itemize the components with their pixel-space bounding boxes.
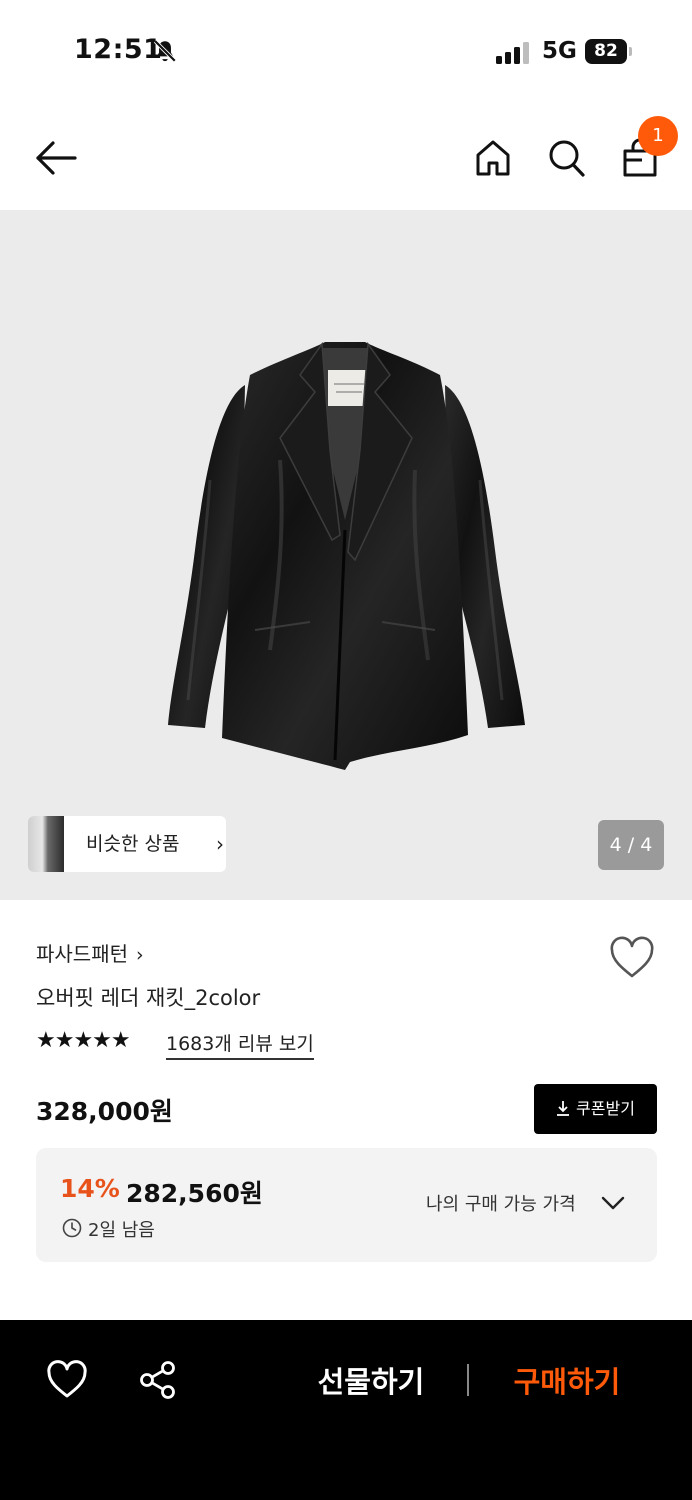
battery-level: 82: [585, 39, 627, 64]
similar-products-label: 비슷한 상품: [86, 833, 180, 855]
review-link[interactable]: 1683개 리뷰 보기: [166, 1029, 314, 1060]
heart-icon[interactable]: [46, 1360, 88, 1400]
chevron-right-icon: ›: [136, 944, 144, 966]
top-navigation: 1: [0, 110, 692, 206]
status-bar: 12:51 5G 82: [0, 0, 692, 100]
buy-button[interactable]: 구매하기: [492, 1358, 642, 1406]
download-icon: [557, 1101, 570, 1116]
arrow-left-icon[interactable]: [34, 138, 78, 178]
product-image: [168, 341, 525, 770]
battery-icon: 82: [585, 39, 632, 64]
clock-icon: [62, 1218, 82, 1238]
coupon-download-button[interactable]: 쿠폰받기: [534, 1084, 657, 1134]
divider: [467, 1364, 469, 1396]
home-icon[interactable]: [474, 138, 512, 178]
discount-price: 282,560원: [126, 1179, 263, 1208]
search-icon[interactable]: [548, 138, 586, 178]
image-page-indicator: 4 / 4: [598, 820, 664, 870]
star-rating-icon: ★★★★★: [36, 1028, 131, 1053]
heart-icon[interactable]: [608, 936, 656, 980]
signal-icon: [496, 42, 529, 64]
status-time: 12:51: [74, 34, 163, 65]
brand-name: 파사드패턴: [36, 942, 128, 966]
discount-price-box: 14% 282,560원 2일 남음 나의 구매 가능 가격: [36, 1148, 657, 1262]
similar-product-thumbnail: [28, 816, 64, 872]
similar-products-button[interactable]: 비슷한 상품 ›: [28, 816, 226, 872]
product-image-gallery[interactable]: 비슷한 상품 › 4 / 4: [0, 210, 692, 900]
original-price: 328,000원: [36, 1097, 173, 1126]
product-name: 오버핏 레더 재킷_2color: [36, 986, 261, 1010]
chevron-right-icon: ›: [216, 832, 224, 856]
product-info: 파사드패턴 › 오버핏 레더 재킷_2color ★★★★★ 1683개 리뷰 보…: [0, 900, 692, 1320]
share-icon[interactable]: [138, 1360, 178, 1400]
network-label: 5G: [542, 38, 577, 64]
bell-slash-icon: [153, 39, 177, 63]
discount-percent: 14%: [60, 1174, 120, 1203]
bottom-action-bar: 선물하기 구매하기: [0, 1320, 692, 1500]
chevron-down-icon: [601, 1196, 625, 1210]
time-remaining: 2일 남음: [88, 1220, 155, 1241]
my-price-label: 나의 구매 가능 가격: [426, 1194, 576, 1215]
gift-button[interactable]: 선물하기: [296, 1358, 446, 1406]
cart-count-badge: 1: [638, 116, 678, 156]
brand-link[interactable]: 파사드패턴 ›: [36, 938, 144, 967]
coupon-label: 쿠폰받기: [576, 1099, 635, 1118]
battery-tip: [629, 47, 632, 56]
